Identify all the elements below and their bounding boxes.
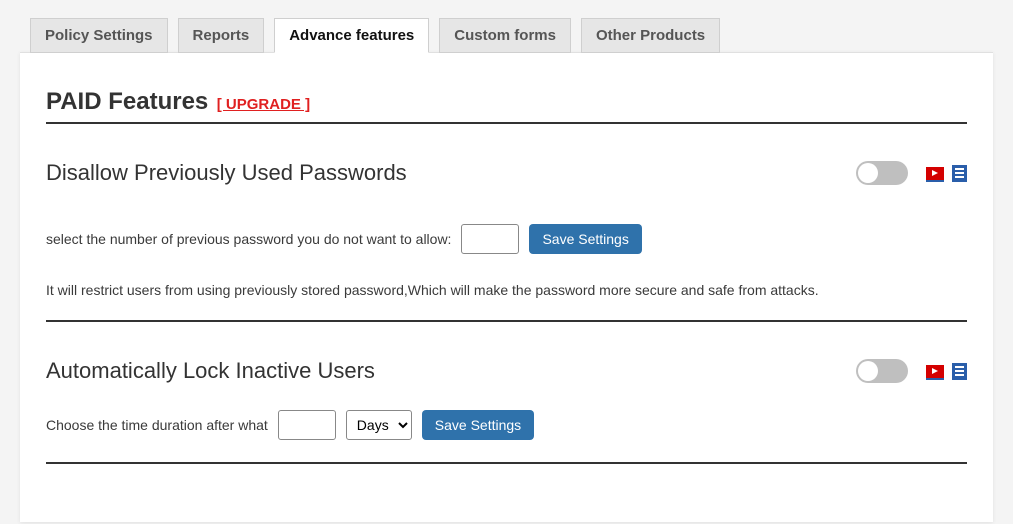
duration-input[interactable] [278,410,336,440]
section-header: Automatically Lock Inactive Users [46,358,967,384]
title-divider [46,122,967,124]
video-help-icon[interactable] [926,167,944,180]
section-title: Disallow Previously Used Passwords [46,160,407,186]
upgrade-link[interactable]: [ UPGRADE ] [217,96,310,113]
toggle-knob [858,361,878,381]
duration-unit-select[interactable]: Days [346,410,412,440]
tab-other-products[interactable]: Other Products [581,18,720,53]
save-settings-button[interactable]: Save Settings [422,410,534,440]
section-auto-lock-inactive: Automatically Lock Inactive Users Choose… [46,358,967,464]
save-settings-button[interactable]: Save Settings [529,224,641,254]
toggle-knob [858,163,878,183]
section-controls [856,359,967,383]
toggle-auto-lock-inactive[interactable] [856,359,908,383]
page-title: PAID Features [46,88,208,115]
section-controls [856,161,967,185]
tab-bar: Policy Settings Reports Advance features… [30,18,1013,53]
toggle-disallow-previous-passwords[interactable] [856,161,908,185]
input-row: Choose the time duration after what Days… [46,410,967,440]
section-disallow-previous-passwords: Disallow Previously Used Passwords selec… [46,160,967,322]
content-panel: PAID Features [ UPGRADE ] Disallow Previ… [20,52,993,522]
section-title: Automatically Lock Inactive Users [46,358,375,384]
tab-custom-forms[interactable]: Custom forms [439,18,571,53]
doc-help-icon[interactable] [952,165,967,182]
input-label: Choose the time duration after what [46,417,268,433]
tab-advance-features[interactable]: Advance features [274,18,429,53]
previous-password-count-input[interactable] [461,224,519,254]
tab-policy-settings[interactable]: Policy Settings [30,18,168,53]
video-help-icon[interactable] [926,365,944,378]
doc-help-icon[interactable] [952,363,967,380]
section-header: Disallow Previously Used Passwords [46,160,967,186]
input-row: select the number of previous password y… [46,224,967,254]
section-description: It will restrict users from using previo… [46,282,967,298]
tab-reports[interactable]: Reports [178,18,265,53]
input-label: select the number of previous password y… [46,231,451,247]
